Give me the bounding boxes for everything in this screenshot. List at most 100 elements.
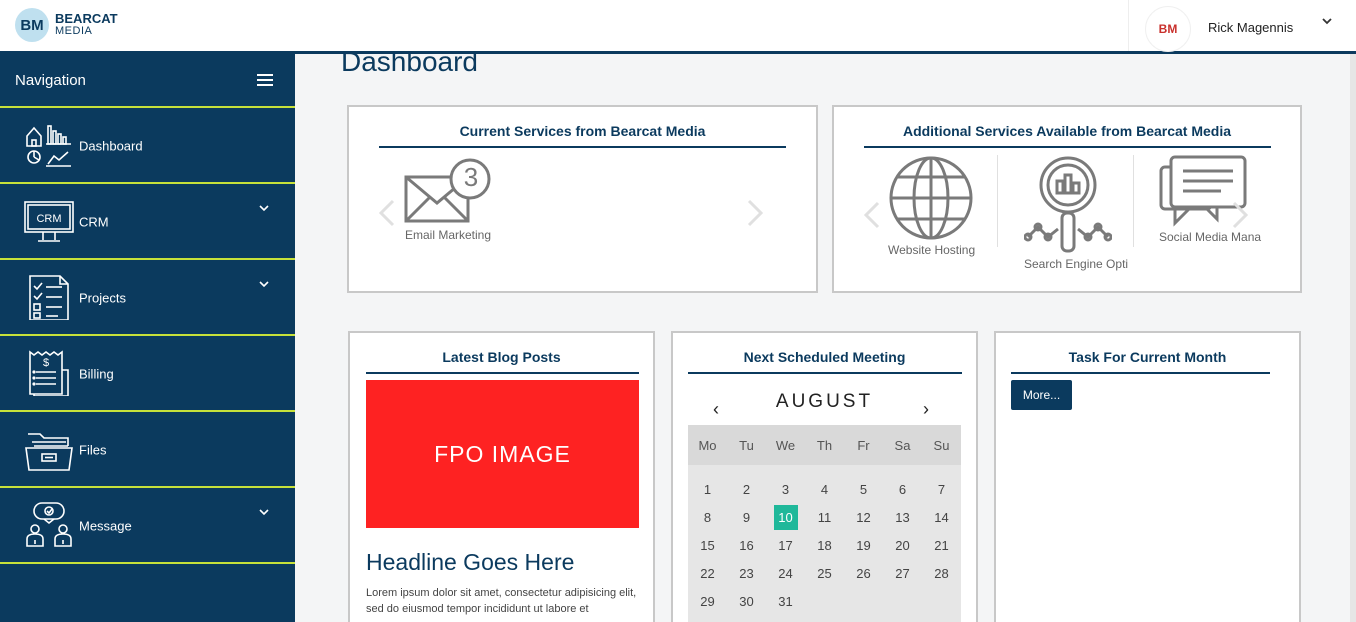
calendar-weekday: Tu xyxy=(739,437,754,453)
title-underline xyxy=(379,146,786,148)
calendar-weekdays: Mo Tu We Th Fr Sa Su xyxy=(688,425,961,465)
avatar: BM xyxy=(1145,6,1191,52)
calendar-day[interactable]: 27 xyxy=(883,559,922,587)
calendar-day[interactable]: 6 xyxy=(883,475,922,503)
calendar-day[interactable]: 2 xyxy=(727,475,766,503)
user-menu[interactable]: BM Rick Magennis xyxy=(1128,0,1348,52)
calendar-day[interactable]: 15 xyxy=(688,531,727,559)
calendar-day[interactable]: 31 xyxy=(766,587,805,615)
dashboard-icon xyxy=(26,125,71,167)
calendar-day[interactable]: 3 xyxy=(766,475,805,503)
calendar-day[interactable]: 9 xyxy=(727,503,766,531)
calendar-day[interactable]: 22 xyxy=(688,559,727,587)
blog-image[interactable]: FPO IMAGE xyxy=(366,380,639,528)
calendar-day-today[interactable]: 10 xyxy=(766,503,805,531)
checklist-icon xyxy=(29,275,69,320)
sidebar-item-files[interactable]: Files xyxy=(0,412,295,488)
tasks-card: Task For Current Month More... xyxy=(994,331,1301,622)
card-title: Latest Blog Posts xyxy=(442,349,561,365)
carousel-prev-icon[interactable] xyxy=(862,201,882,237)
calendar-next-icon[interactable]: › xyxy=(923,399,929,420)
carousel-next-icon[interactable] xyxy=(1230,201,1250,237)
service-label: Website Hosting xyxy=(888,243,976,257)
calendar-day[interactable]: 12 xyxy=(844,503,883,531)
chat-icon xyxy=(26,502,72,547)
logo-mark: BM xyxy=(15,8,49,42)
envelope-icon[interactable]: 3 xyxy=(404,157,492,230)
chevron-down-icon[interactable] xyxy=(1321,14,1333,30)
chevron-down-icon[interactable] xyxy=(258,506,270,520)
divider xyxy=(1133,155,1134,247)
blog-excerpt: Lorem ipsum dolor sit amet, consectetur … xyxy=(366,587,637,615)
calendar-day[interactable]: 4 xyxy=(805,475,844,503)
calendar-weekday: Th xyxy=(816,437,833,453)
calendar-day[interactable]: 8 xyxy=(688,503,727,531)
sidebar-title: Navigation xyxy=(15,71,86,89)
divider xyxy=(997,155,998,247)
crm-icon: CRM xyxy=(24,201,74,242)
service-label: Search Engine Opti xyxy=(1024,257,1129,271)
service-label: Email Marketing xyxy=(405,228,492,242)
sidebar-item-message[interactable]: Message xyxy=(0,488,295,564)
sidebar-item-crm[interactable]: CRM CRM xyxy=(0,184,295,260)
blog-card: Latest Blog Posts FPO IMAGE Headline Goe… xyxy=(348,331,655,622)
chevron-down-icon[interactable] xyxy=(258,278,270,292)
additional-services-card: Additional Services Available from Bearc… xyxy=(832,105,1302,293)
sidebar-item-label: CRM xyxy=(79,214,109,230)
current-services-card: Current Services from Bearcat Media 3 Em… xyxy=(347,105,818,293)
blog-headline[interactable]: Headline Goes Here xyxy=(366,549,574,576)
calendar-day[interactable]: 13 xyxy=(883,503,922,531)
chevron-down-icon[interactable] xyxy=(258,202,270,216)
brand-logo[interactable]: BM BEARCAT MEDIA xyxy=(15,8,118,42)
calendar-day[interactable]: 23 xyxy=(727,559,766,587)
calendar-day[interactable]: 29 xyxy=(688,587,727,615)
service-label: Social Media Mana xyxy=(1159,230,1262,244)
folder-icon xyxy=(25,433,73,471)
carousel-next-icon[interactable] xyxy=(745,199,765,235)
calendar-day[interactable]: 11 xyxy=(805,503,844,531)
calendar-day[interactable]: 24 xyxy=(766,559,805,587)
sidebar-item-projects[interactable]: Projects xyxy=(0,260,295,336)
page-title: Dashboard xyxy=(341,54,478,77)
scrollbar[interactable] xyxy=(1350,0,1356,622)
svg-text:$: $ xyxy=(43,357,49,369)
calendar-day[interactable]: 25 xyxy=(805,559,844,587)
sidebar: Navigation Dashboard CRM CRM Projects $ … xyxy=(0,54,295,622)
calendar-day[interactable]: 5 xyxy=(844,475,883,503)
calendar-day[interactable]: 17 xyxy=(766,531,805,559)
calendar-day[interactable]: 16 xyxy=(727,531,766,559)
calendar-day[interactable]: 14 xyxy=(922,503,961,531)
logo-name-line1: BEARCAT xyxy=(55,11,118,26)
calendar-day[interactable]: 20 xyxy=(883,531,922,559)
calendar-day[interactable]: 26 xyxy=(844,559,883,587)
title-underline xyxy=(366,372,639,374)
calendar-prev-icon[interactable]: ‹ xyxy=(713,399,719,420)
more-button[interactable]: More... xyxy=(1011,380,1072,410)
calendar-day[interactable]: 30 xyxy=(727,587,766,615)
sidebar-item-label: Files xyxy=(79,442,107,458)
carousel-prev-icon[interactable] xyxy=(377,199,397,235)
card-title: Current Services from Bearcat Media xyxy=(459,123,706,139)
calendar-grid: Mo Tu We Th Fr Sa Su 1 2 3 4 5 6 7 8 9 10 11 12 13 14 15 16 17… xyxy=(688,425,961,622)
sidebar-item-label: Message xyxy=(79,518,132,534)
meeting-card: Next Scheduled Meeting AUGUST ‹ › Mo Tu We… xyxy=(671,331,978,622)
globe-icon[interactable] xyxy=(888,155,974,246)
card-title: Next Scheduled Meeting xyxy=(743,349,906,365)
calendar-day[interactable]: 28 xyxy=(922,559,961,587)
calendar-day[interactable]: 7 xyxy=(922,475,961,503)
calendar-weekday: Mo xyxy=(698,437,717,453)
calendar-weekday: Fr xyxy=(857,437,870,453)
hamburger-icon[interactable] xyxy=(257,74,273,86)
sidebar-item-dashboard[interactable]: Dashboard xyxy=(0,108,295,184)
sidebar-item-billing[interactable]: $ Billing xyxy=(0,336,295,412)
seo-magnifier-icon[interactable] xyxy=(1023,155,1113,260)
calendar-day[interactable]: 18 xyxy=(805,531,844,559)
logo-name-line2: MEDIA xyxy=(55,25,93,37)
calendar-day[interactable]: 19 xyxy=(844,531,883,559)
notification-badge: 3 xyxy=(463,162,479,192)
sidebar-item-label: Projects xyxy=(79,290,126,306)
calendar-day[interactable]: 21 xyxy=(922,531,961,559)
calendar-day[interactable]: 1 xyxy=(688,475,727,503)
card-title: Additional Services Available from Bearc… xyxy=(902,123,1232,139)
invoice-icon: $ xyxy=(29,350,69,396)
